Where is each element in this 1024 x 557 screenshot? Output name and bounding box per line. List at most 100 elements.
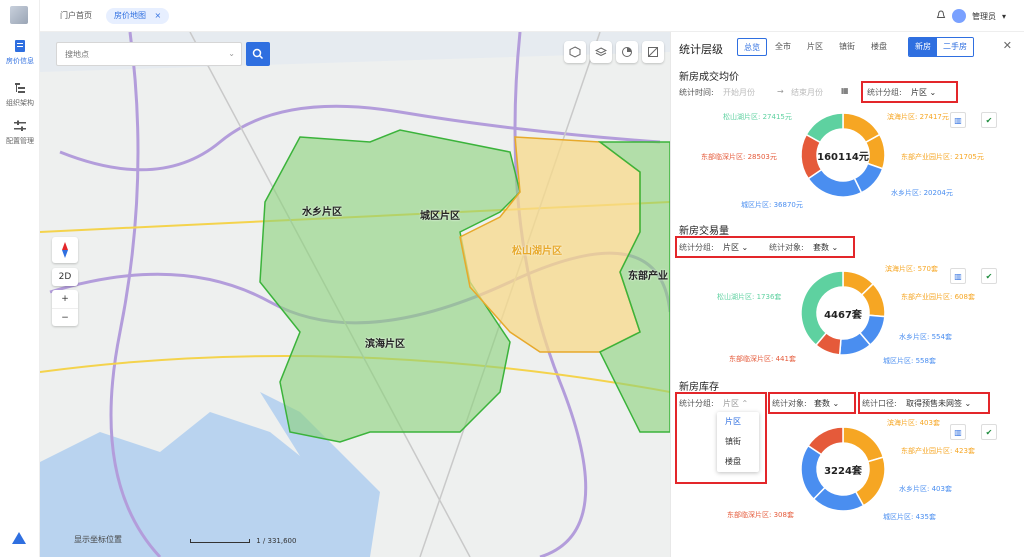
pie-chart-icon [622,47,632,57]
donut-center-value: 4467套 [824,310,862,321]
zoom-controls: + − [52,290,78,326]
donut-slice-1[interactable] [842,426,885,463]
tab-bar: 门户首页 房价地图 × 管理员 ▾ [40,0,1024,32]
3d-cube-tool-button[interactable] [564,41,586,63]
collapse-icon[interactable] [12,532,26,547]
region-label-dongbu[interactable]: 东部产业 [628,267,668,282]
cube-icon [569,46,581,58]
caliber-label: 统计口径: [862,399,897,408]
donut-label: 东部产业园片区: 21705元 [901,153,984,161]
layers-icon [595,47,607,57]
measure-icon [648,47,658,57]
region-label-songshanhu[interactable]: 松山湖片区 [512,242,562,257]
dropdown-option-project[interactable]: 楼盘 [717,452,759,472]
target-select[interactable]: 套数 ⌄ [813,242,838,253]
end-month-input[interactable]: 结束月份 [791,87,823,98]
chart-toggle-button[interactable]: ▥ [950,112,966,128]
level-tab-overview[interactable]: 总览 [737,38,767,56]
map-canvas[interactable]: ⌄ 2D + − 水乡片区 城区片区 松山湖片区 东部产业 滨海片区 显示坐标位… [40,32,670,557]
calendar-icon[interactable]: ▦ [841,86,849,95]
donut-label: 水乡片区: 554套 [899,333,952,341]
bell-icon[interactable] [936,10,946,22]
excel-icon: ✔ [985,271,993,281]
section-title-volume: 新房交易量 [679,226,729,237]
zoom-out-button[interactable]: − [52,308,78,326]
chart-toggle-button[interactable]: ▥ [950,268,966,284]
dropdown-option-district[interactable]: 片区 [717,412,759,432]
sidebar: 房价信息 组织架构 配置管理 [0,0,40,557]
target-label: 统计对象: [772,399,807,408]
group-select[interactable]: 片区 ⌄ [723,242,748,253]
level-tab-district[interactable]: 片区 [801,38,829,56]
time-label: 统计时间: [679,88,714,97]
group-value: 片区 [911,88,927,97]
compass-icon [62,242,68,258]
layers-tool-button[interactable] [590,41,612,63]
group-dropdown-menu: 片区 镇街 楼盘 [717,412,759,472]
chevron-down-icon: ⌄ [831,243,839,252]
close-icon[interactable]: × [155,11,162,20]
close-icon[interactable]: ✕ [1003,39,1012,52]
target-label: 统计对象: [769,243,804,252]
donut-slice-6[interactable] [805,112,844,144]
caliber-select[interactable]: 取得预售未网签 ⌄ [906,398,971,409]
chevron-down-icon[interactable]: ⌄ [228,49,235,58]
sidebar-item-label: 配置管理 [6,137,34,145]
map-background [40,32,670,557]
group-select[interactable]: 片区 ⌃ [723,398,748,409]
target-select[interactable]: 套数 ⌄ [814,398,839,409]
chevron-down-icon: ⌄ [832,399,840,408]
tab-portal-home[interactable]: 门户首页 [52,8,100,24]
search-input[interactable] [57,43,217,65]
org-tree-icon [12,80,28,96]
measure-tool-button[interactable] [642,41,664,63]
search-button[interactable] [246,42,270,66]
dropdown-option-town[interactable]: 镇街 [717,432,759,452]
excel-icon: ✔ [985,115,993,125]
tab-price-map[interactable]: 房价地图 × [106,8,170,24]
new-house-button[interactable]: 新房 [909,38,937,56]
donut-label: 东部临深片区: 308套 [727,511,794,519]
region-label-shuixiang[interactable]: 水乡片区 [302,203,342,218]
chart-tool-button[interactable] [616,41,638,63]
avatar [951,9,966,23]
level-tab-town[interactable]: 镇街 [833,38,861,56]
start-month-input[interactable]: 开始月份 [723,87,755,98]
section-title-avg-price: 新房成交均价 [679,72,739,83]
chevron-down-icon: ⌄ [741,243,749,252]
coordinate-display: 显示坐标位置 [74,535,122,544]
sidebar-item-label: 组织架构 [6,99,34,107]
view-mode-toggle[interactable]: 2D [52,268,78,286]
chart-toggle-button[interactable]: ▥ [950,424,966,440]
region-label-chengqu[interactable]: 城区片区 [420,207,460,222]
level-tab-city[interactable]: 全市 [769,38,797,56]
compass[interactable] [52,237,78,263]
user-name: 管理员 [971,11,996,21]
bar-chart-icon: ▥ [954,115,962,125]
tab-label: 房价地图 [114,11,146,20]
donut-label: 城区片区: 558套 [883,357,936,365]
group-value: 片区 [723,399,739,408]
section-title-inventory: 新房库存 [679,382,719,393]
group-select[interactable]: 片区 ⌄ [911,87,936,98]
export-excel-button[interactable]: ✔ [981,268,997,284]
second-hand-button[interactable]: 二手房 [937,38,973,56]
chevron-down-icon: ▾ [1001,11,1006,21]
group-value: 片区 [723,243,739,252]
map-search-box[interactable]: ⌄ [56,42,242,66]
region-label-binhai[interactable]: 滨海片区 [365,335,405,350]
level-tab-project[interactable]: 楼盘 [865,38,893,56]
zoom-in-button[interactable]: + [52,290,78,308]
sidebar-item-price-info[interactable]: 房价信息 [0,38,40,66]
export-excel-button[interactable]: ✔ [981,424,997,440]
document-icon [12,38,28,54]
export-excel-button[interactable]: ✔ [981,112,997,128]
user-menu[interactable]: 管理员 ▾ [936,9,1006,23]
sidebar-item-org[interactable]: 组织架构 [0,80,40,108]
donut-label: 东部产业园片区: 423套 [901,447,975,455]
donut-label: 滨海片区: 570套 [885,265,938,273]
chevron-up-icon: ⌃ [741,399,749,408]
donut-label: 松山湖片区: 27415元 [723,113,792,121]
sidebar-item-config[interactable]: 配置管理 [0,118,40,146]
app-logo [10,6,28,24]
